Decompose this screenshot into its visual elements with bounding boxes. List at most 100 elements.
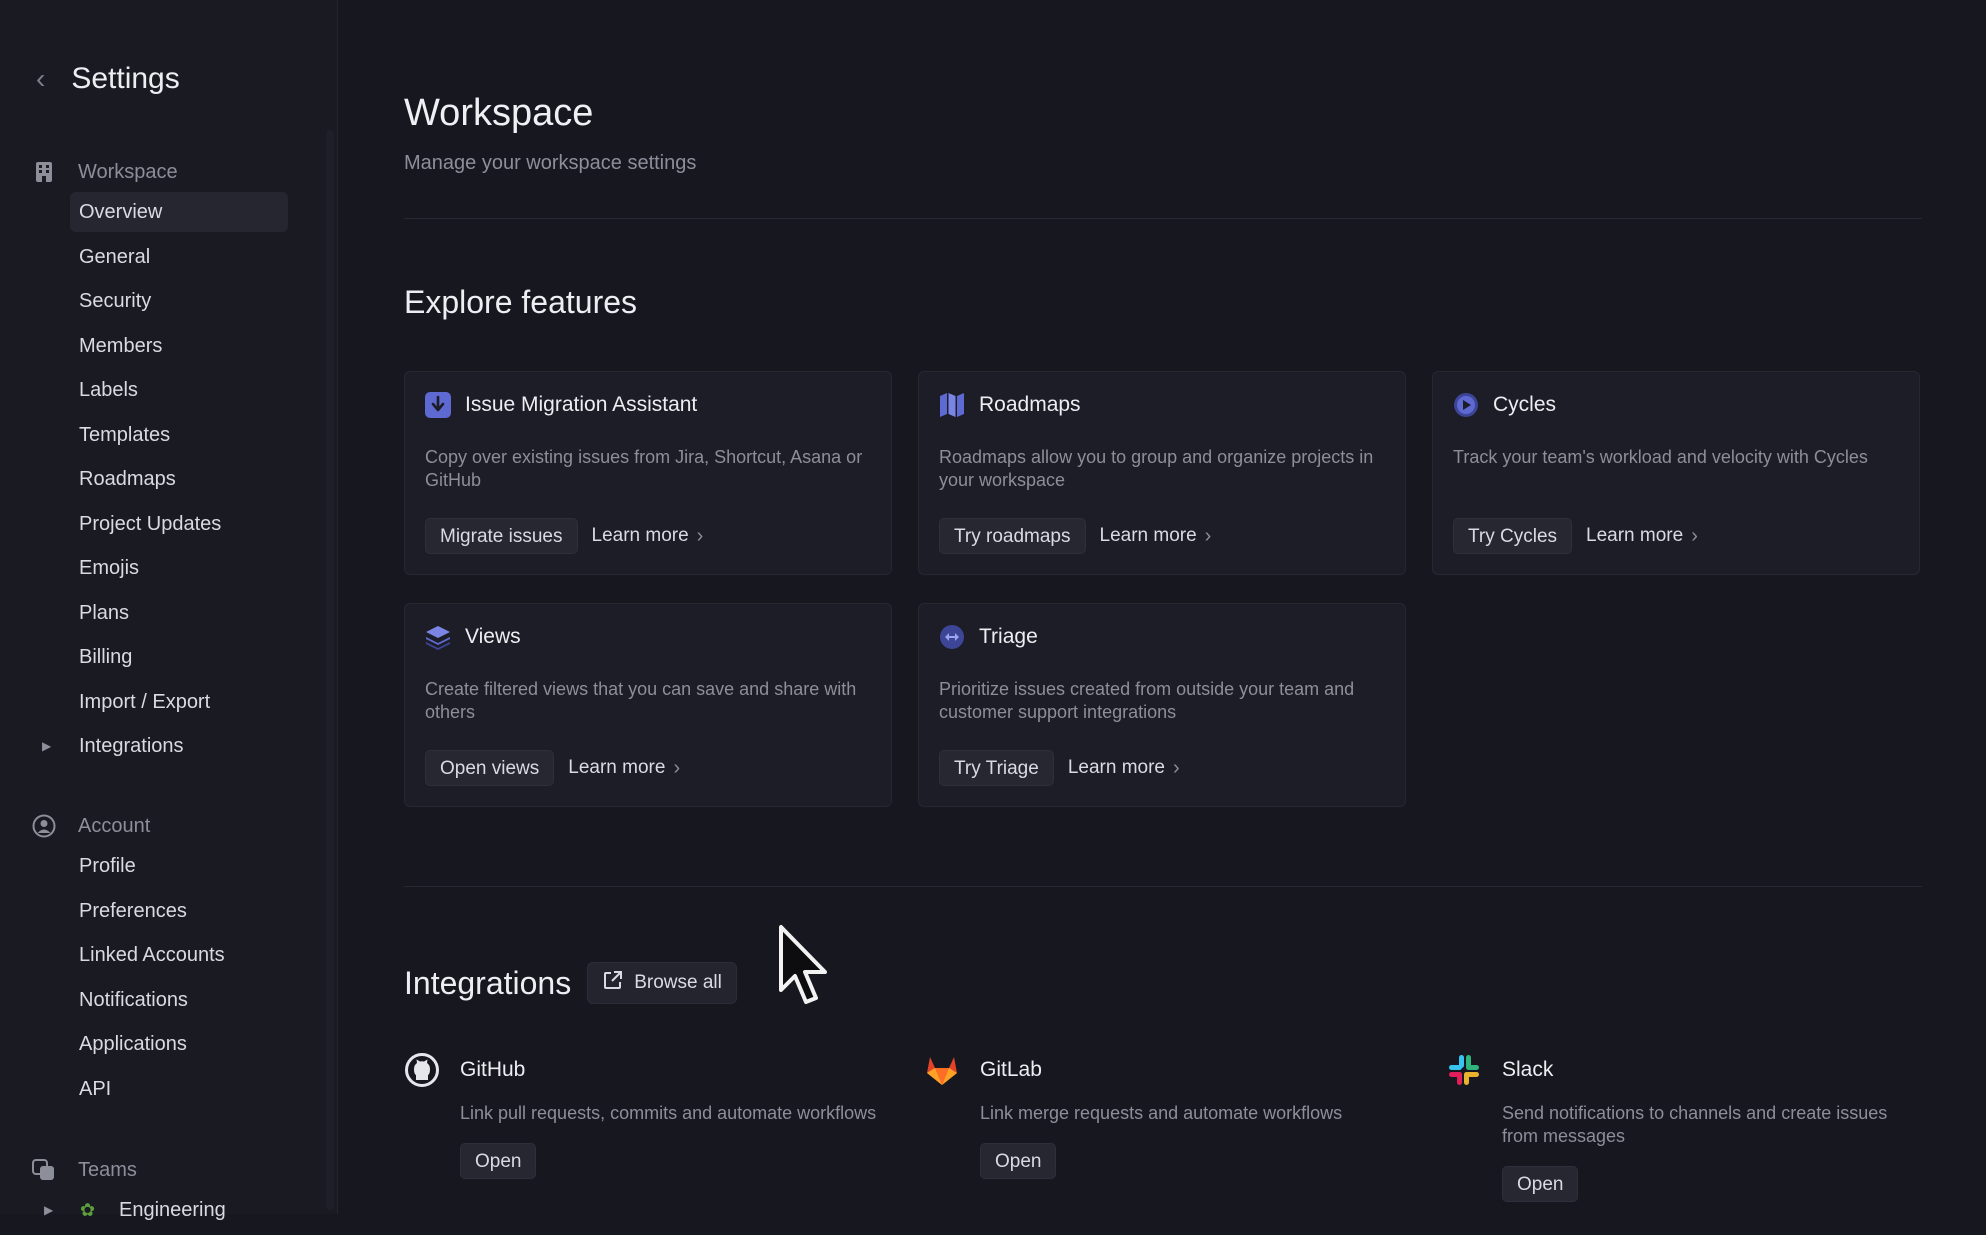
account-group-header: Account bbox=[0, 806, 338, 846]
learn-more-link[interactable]: Learn more › bbox=[1586, 525, 1698, 548]
sidebar-item-roadmaps[interactable]: Roadmaps bbox=[70, 459, 288, 499]
feature-card-issue-migration: Issue Migration Assistant Copy over exis… bbox=[404, 371, 892, 575]
learn-more-label: Learn more bbox=[591, 525, 689, 546]
building-icon bbox=[32, 160, 56, 184]
browse-all-label: Browse all bbox=[634, 972, 722, 993]
explore-features-title: Explore features bbox=[404, 284, 638, 320]
account-group-label: Account bbox=[78, 814, 151, 837]
team-gear-icon: ✿ bbox=[80, 1200, 96, 1220]
map-icon bbox=[939, 392, 965, 418]
page-subtitle: Manage your workspace settings bbox=[404, 152, 697, 174]
sidebar-item-profile[interactable]: Profile bbox=[70, 846, 288, 886]
triage-icon bbox=[939, 624, 965, 650]
learn-more-label: Learn more bbox=[1099, 525, 1197, 546]
mouse-pointer-icon bbox=[778, 924, 836, 1011]
sidebar-item-security[interactable]: Security bbox=[70, 281, 288, 321]
sidebar-item-templates[interactable]: Templates bbox=[70, 415, 288, 455]
chevron-right-icon: › bbox=[673, 756, 681, 779]
integrations-header: Integrations Browse all bbox=[404, 962, 737, 1004]
sidebar-item-applications[interactable]: Applications bbox=[70, 1024, 288, 1064]
open-views-button[interactable]: Open views bbox=[425, 750, 555, 786]
sidebar-item-preferences[interactable]: Preferences bbox=[70, 891, 288, 931]
learn-more-link[interactable]: Learn more › bbox=[1100, 525, 1212, 548]
workspace-group-label: Workspace bbox=[78, 160, 178, 183]
teams-group: Teams ▶ ✿ Engineering bbox=[0, 1150, 338, 1235]
back-chevron-icon[interactable]: ‹ bbox=[36, 65, 45, 93]
sidebar-item-emojis[interactable]: Emojis bbox=[70, 548, 288, 588]
gitlab-icon bbox=[924, 1052, 960, 1088]
open-github-button[interactable]: Open bbox=[460, 1143, 537, 1179]
sidebar-item-integrations-label: Integrations bbox=[79, 735, 184, 757]
feature-card-description: Track your team's workload and velocity … bbox=[1453, 447, 1868, 467]
settings-sidebar: ‹ Settings Workspace Overview General Se… bbox=[0, 0, 338, 1221]
chevron-right-icon: › bbox=[1204, 524, 1212, 547]
feature-card-description: Create filtered views that you can save … bbox=[425, 679, 857, 722]
sidebar-header: ‹ Settings bbox=[36, 62, 180, 96]
try-roadmaps-button[interactable]: Try roadmaps bbox=[939, 518, 1086, 554]
sidebar-item-notifications[interactable]: Notifications bbox=[70, 980, 288, 1020]
integration-description: Link pull requests, commits and automate… bbox=[460, 1103, 877, 1123]
sidebar-item-project-updates[interactable]: Project Updates bbox=[70, 504, 288, 544]
sidebar-item-engineering[interactable]: ▶ ✿ Engineering bbox=[44, 1190, 290, 1230]
feature-card-title: Triage bbox=[979, 625, 1038, 648]
sidebar-item-members[interactable]: Members bbox=[70, 326, 288, 366]
integration-description: Link merge requests and automate workflo… bbox=[980, 1103, 1343, 1123]
learn-more-link[interactable]: Learn more › bbox=[568, 757, 680, 780]
workspace-group: Workspace Overview General Security Memb… bbox=[0, 152, 338, 771]
expand-caret-icon[interactable]: ▶ bbox=[44, 1190, 53, 1230]
chevron-right-icon: › bbox=[696, 524, 704, 547]
feature-card-description: Prioritize issues created from outside y… bbox=[939, 679, 1355, 722]
try-triage-button[interactable]: Try Triage bbox=[939, 750, 1054, 786]
integration-title: GitLab bbox=[980, 1058, 1042, 1081]
sidebar-item-engineering-label: Engineering bbox=[119, 1199, 226, 1221]
external-link-icon bbox=[602, 969, 624, 997]
browse-all-button[interactable]: Browse all bbox=[587, 962, 737, 1004]
chevron-right-icon: › bbox=[1173, 756, 1180, 779]
sidebar-item-billing[interactable]: Billing bbox=[70, 637, 288, 677]
feature-card-description: Copy over existing issues from Jira, Sho… bbox=[425, 447, 863, 490]
feature-card-description: Roadmaps allow you to group and organize… bbox=[939, 447, 1374, 490]
sidebar-item-import-export[interactable]: Import / Export bbox=[70, 682, 288, 722]
feature-card-roadmaps: Roadmaps Roadmaps allow you to group and… bbox=[918, 371, 1406, 575]
sidebar-item-general[interactable]: General bbox=[70, 237, 288, 277]
learn-more-link[interactable]: Learn more › bbox=[592, 525, 704, 548]
sidebar-item-labels[interactable]: Labels bbox=[70, 370, 288, 410]
try-cycles-button[interactable]: Try Cycles bbox=[1453, 518, 1573, 554]
teams-group-header: Teams bbox=[0, 1150, 338, 1190]
learn-more-label: Learn more bbox=[1067, 757, 1165, 778]
workspace-group-header: Workspace bbox=[0, 152, 338, 192]
sidebar-item-linked-accounts[interactable]: Linked Accounts bbox=[70, 935, 288, 975]
integration-description: Send notifications to channels and creat… bbox=[1502, 1103, 1888, 1146]
header-divider bbox=[404, 218, 1922, 219]
feature-card-triage: Triage Prioritize issues created from ou… bbox=[918, 603, 1406, 807]
github-icon bbox=[404, 1052, 440, 1088]
integration-github: GitHub Link pull requests, commits and a… bbox=[404, 1052, 876, 1179]
integrations-title: Integrations bbox=[404, 964, 572, 1001]
feature-card-title: Views bbox=[465, 625, 521, 648]
open-slack-button[interactable]: Open bbox=[1502, 1166, 1579, 1202]
cycle-icon bbox=[1453, 392, 1479, 418]
sidebar-item-api[interactable]: API bbox=[70, 1069, 288, 1109]
page-title: Workspace bbox=[404, 92, 594, 134]
integration-title: GitHub bbox=[460, 1058, 526, 1081]
sidebar-item-integrations[interactable]: ▶ Integrations bbox=[42, 726, 288, 766]
migrate-issues-button[interactable]: Migrate issues bbox=[425, 518, 578, 554]
feature-card-title: Issue Migration Assistant bbox=[465, 393, 698, 416]
feature-card-title: Roadmaps bbox=[979, 393, 1081, 416]
sidebar-title: Settings bbox=[71, 62, 180, 95]
expand-caret-icon[interactable]: ▶ bbox=[42, 726, 51, 766]
feature-card-cycles: Cycles Track your team's workload and ve… bbox=[1432, 371, 1920, 575]
chevron-right-icon: › bbox=[1691, 524, 1698, 547]
open-gitlab-button[interactable]: Open bbox=[980, 1143, 1057, 1179]
download-arrow-icon bbox=[425, 392, 451, 418]
slack-icon bbox=[1446, 1052, 1482, 1088]
learn-more-link[interactable]: Learn more › bbox=[1068, 757, 1180, 780]
integration-slack: Slack Send notifications to channels and… bbox=[1446, 1052, 1916, 1202]
feature-card-title: Cycles bbox=[1493, 393, 1557, 416]
layers-icon bbox=[425, 624, 451, 650]
teams-group-label: Teams bbox=[78, 1158, 137, 1181]
sidebar-item-overview[interactable]: Overview bbox=[70, 192, 288, 232]
integration-title: Slack bbox=[1502, 1058, 1554, 1081]
user-circle-icon bbox=[32, 814, 56, 838]
sidebar-item-plans[interactable]: Plans bbox=[70, 593, 288, 633]
